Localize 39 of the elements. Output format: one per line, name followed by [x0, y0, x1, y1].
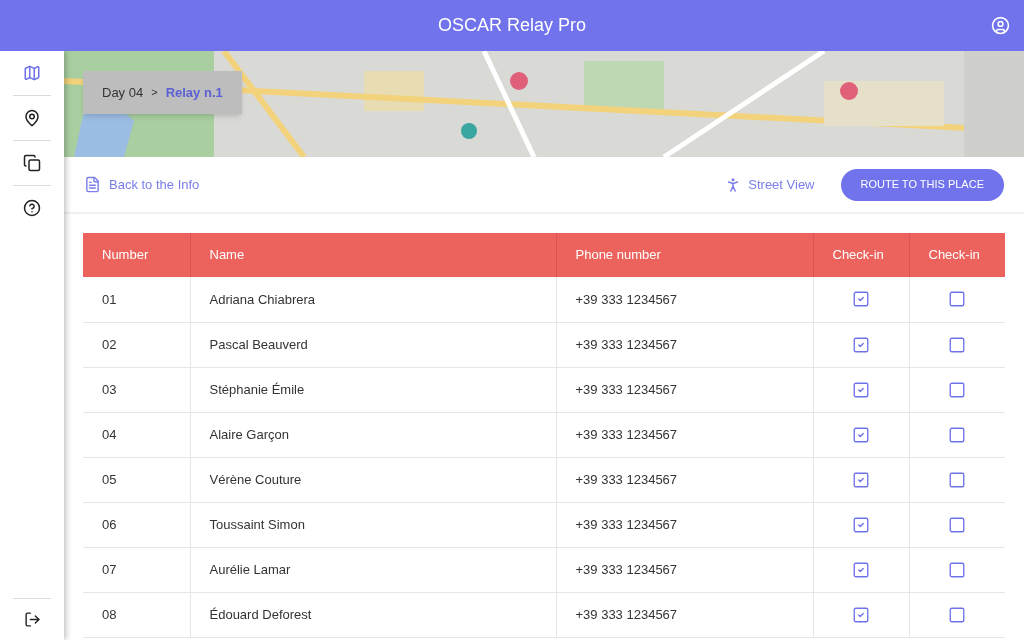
column-header: Phone number	[556, 233, 813, 277]
app-title: OSCAR Relay Pro	[437, 15, 586, 35]
back-link[interactable]: Back to the Info	[84, 174, 200, 195]
column-header: Check-in	[909, 233, 1005, 277]
table-cell: Stéphanie Émile	[190, 367, 556, 412]
street-view-link[interactable]: Street View	[724, 174, 815, 195]
table-cell: 03	[83, 367, 190, 412]
table-cell: +39 333 1234567	[556, 502, 813, 547]
document-icon	[84, 176, 101, 193]
table-cell: Aurélie Lamar	[190, 547, 556, 592]
table-cell: +39 333 1234567	[556, 457, 813, 502]
table-cell: Pascal Beauverd	[190, 322, 556, 367]
table-cell: 01	[83, 277, 190, 322]
table-cell: 05	[83, 457, 190, 502]
column-header: Name	[190, 233, 556, 277]
table-cell: 02	[83, 322, 190, 367]
table-cell: +39 333 1234567	[556, 367, 813, 412]
table-cell: +39 333 1234567	[556, 592, 813, 637]
logout-icon[interactable]	[23, 611, 41, 628]
route-button[interactable]: ROUTE TO THIS PLACE	[840, 168, 1004, 201]
account-icon[interactable]	[991, 16, 1010, 35]
table-cell: +39 333 1234567	[556, 547, 813, 592]
breadcrumb-separator: >	[151, 85, 158, 101]
table-cell: +39 333 1234567	[556, 277, 813, 322]
table-cell: Adriana Chiabrera	[190, 277, 556, 322]
table-cell: Toussaint Simon	[190, 502, 556, 547]
table-cell: +39 333 1234567	[556, 322, 813, 367]
breadcrumb-day[interactable]: Day 04	[102, 82, 144, 103]
table-cell: +39 333 1234567	[556, 412, 813, 457]
table-cell: Édouard Deforest	[190, 592, 556, 637]
table-cell: Alaire Garçon	[190, 412, 556, 457]
table-cell: 07	[83, 547, 190, 592]
table-cell: 06	[83, 502, 190, 547]
column-header: Number	[83, 233, 190, 277]
column-header: Check-in	[813, 233, 909, 277]
table-cell: Vérène Couture	[190, 457, 556, 502]
breadcrumb-current[interactable]: Relay n.1	[165, 82, 223, 103]
table-cell: 04	[83, 412, 190, 457]
table-cell: 08	[83, 592, 190, 637]
